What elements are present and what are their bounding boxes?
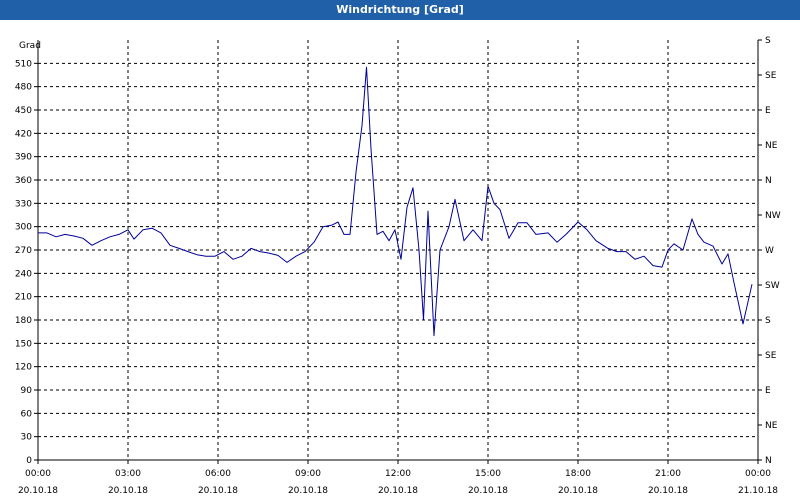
compass-tick-label: E — [765, 106, 771, 116]
x-tick-date-label: 20.10.18 — [18, 486, 58, 496]
compass-tick-label: NE — [765, 421, 778, 431]
y-tick-label: 450 — [15, 106, 32, 116]
x-tick-date-label: 20.10.18 — [198, 486, 238, 496]
y-tick-label: 480 — [15, 83, 32, 93]
y-tick-label: 90 — [21, 386, 33, 396]
compass-tick-label: SW — [765, 281, 780, 291]
x-tick-time-label: 09:00 — [295, 469, 321, 479]
y-tick-label: 360 — [15, 176, 32, 186]
y-tick-label: 150 — [15, 339, 32, 349]
y-tick-label: 180 — [15, 316, 32, 326]
compass-tick-label: S — [765, 36, 771, 46]
y-tick-label: 30 — [21, 433, 33, 443]
x-tick-time-label: 18:00 — [565, 469, 591, 479]
y-tick-label: 510 — [15, 59, 32, 69]
compass-tick-label: SE — [765, 351, 777, 361]
y-tick-label: 0 — [26, 456, 32, 466]
x-tick-date-label: 21.10.18 — [738, 486, 778, 496]
y-tick-label: 240 — [15, 269, 32, 279]
x-tick-time-label: 06:00 — [205, 469, 231, 479]
x-tick-time-label: 00:00 — [745, 469, 771, 479]
x-tick-date-label: 20.10.18 — [288, 486, 328, 496]
compass-tick-label: N — [765, 176, 772, 186]
x-tick-date-label: 20.10.18 — [468, 486, 508, 496]
x-tick-time-label: 12:00 — [385, 469, 411, 479]
y-tick-label: 390 — [15, 153, 32, 163]
compass-tick-label: S — [765, 316, 771, 326]
y-axis-label: Grad — [19, 41, 41, 51]
compass-tick-label: NE — [765, 141, 778, 151]
y-tick-label: 120 — [15, 363, 32, 373]
x-tick-date-label: 20.10.18 — [648, 486, 688, 496]
x-tick-date-label: 20.10.18 — [378, 486, 418, 496]
x-tick-date-label: 20.10.18 — [558, 486, 598, 496]
compass-tick-label: W — [765, 246, 774, 256]
compass-tick-label: NW — [765, 211, 781, 221]
y-tick-label: 60 — [21, 409, 33, 419]
x-tick-date-label: 20.10.18 — [108, 486, 148, 496]
y-tick-label: 420 — [15, 129, 32, 139]
compass-tick-label: E — [765, 386, 771, 396]
y-tick-label: 210 — [15, 293, 32, 303]
x-tick-time-label: 00:00 — [25, 469, 51, 479]
x-tick-time-label: 21:00 — [655, 469, 681, 479]
y-tick-label: 330 — [15, 199, 32, 209]
x-tick-time-label: 15:00 — [475, 469, 501, 479]
compass-tick-label: N — [765, 456, 772, 466]
compass-tick-label: SE — [765, 71, 777, 81]
y-tick-label: 300 — [15, 223, 32, 233]
wind-direction-chart: 0 30 60 90 120 150 180 210 240 270 300 330 360 390 420… — [15, 36, 781, 496]
y-tick-label: 270 — [15, 246, 32, 256]
x-tick-time-label: 03:00 — [115, 469, 141, 479]
